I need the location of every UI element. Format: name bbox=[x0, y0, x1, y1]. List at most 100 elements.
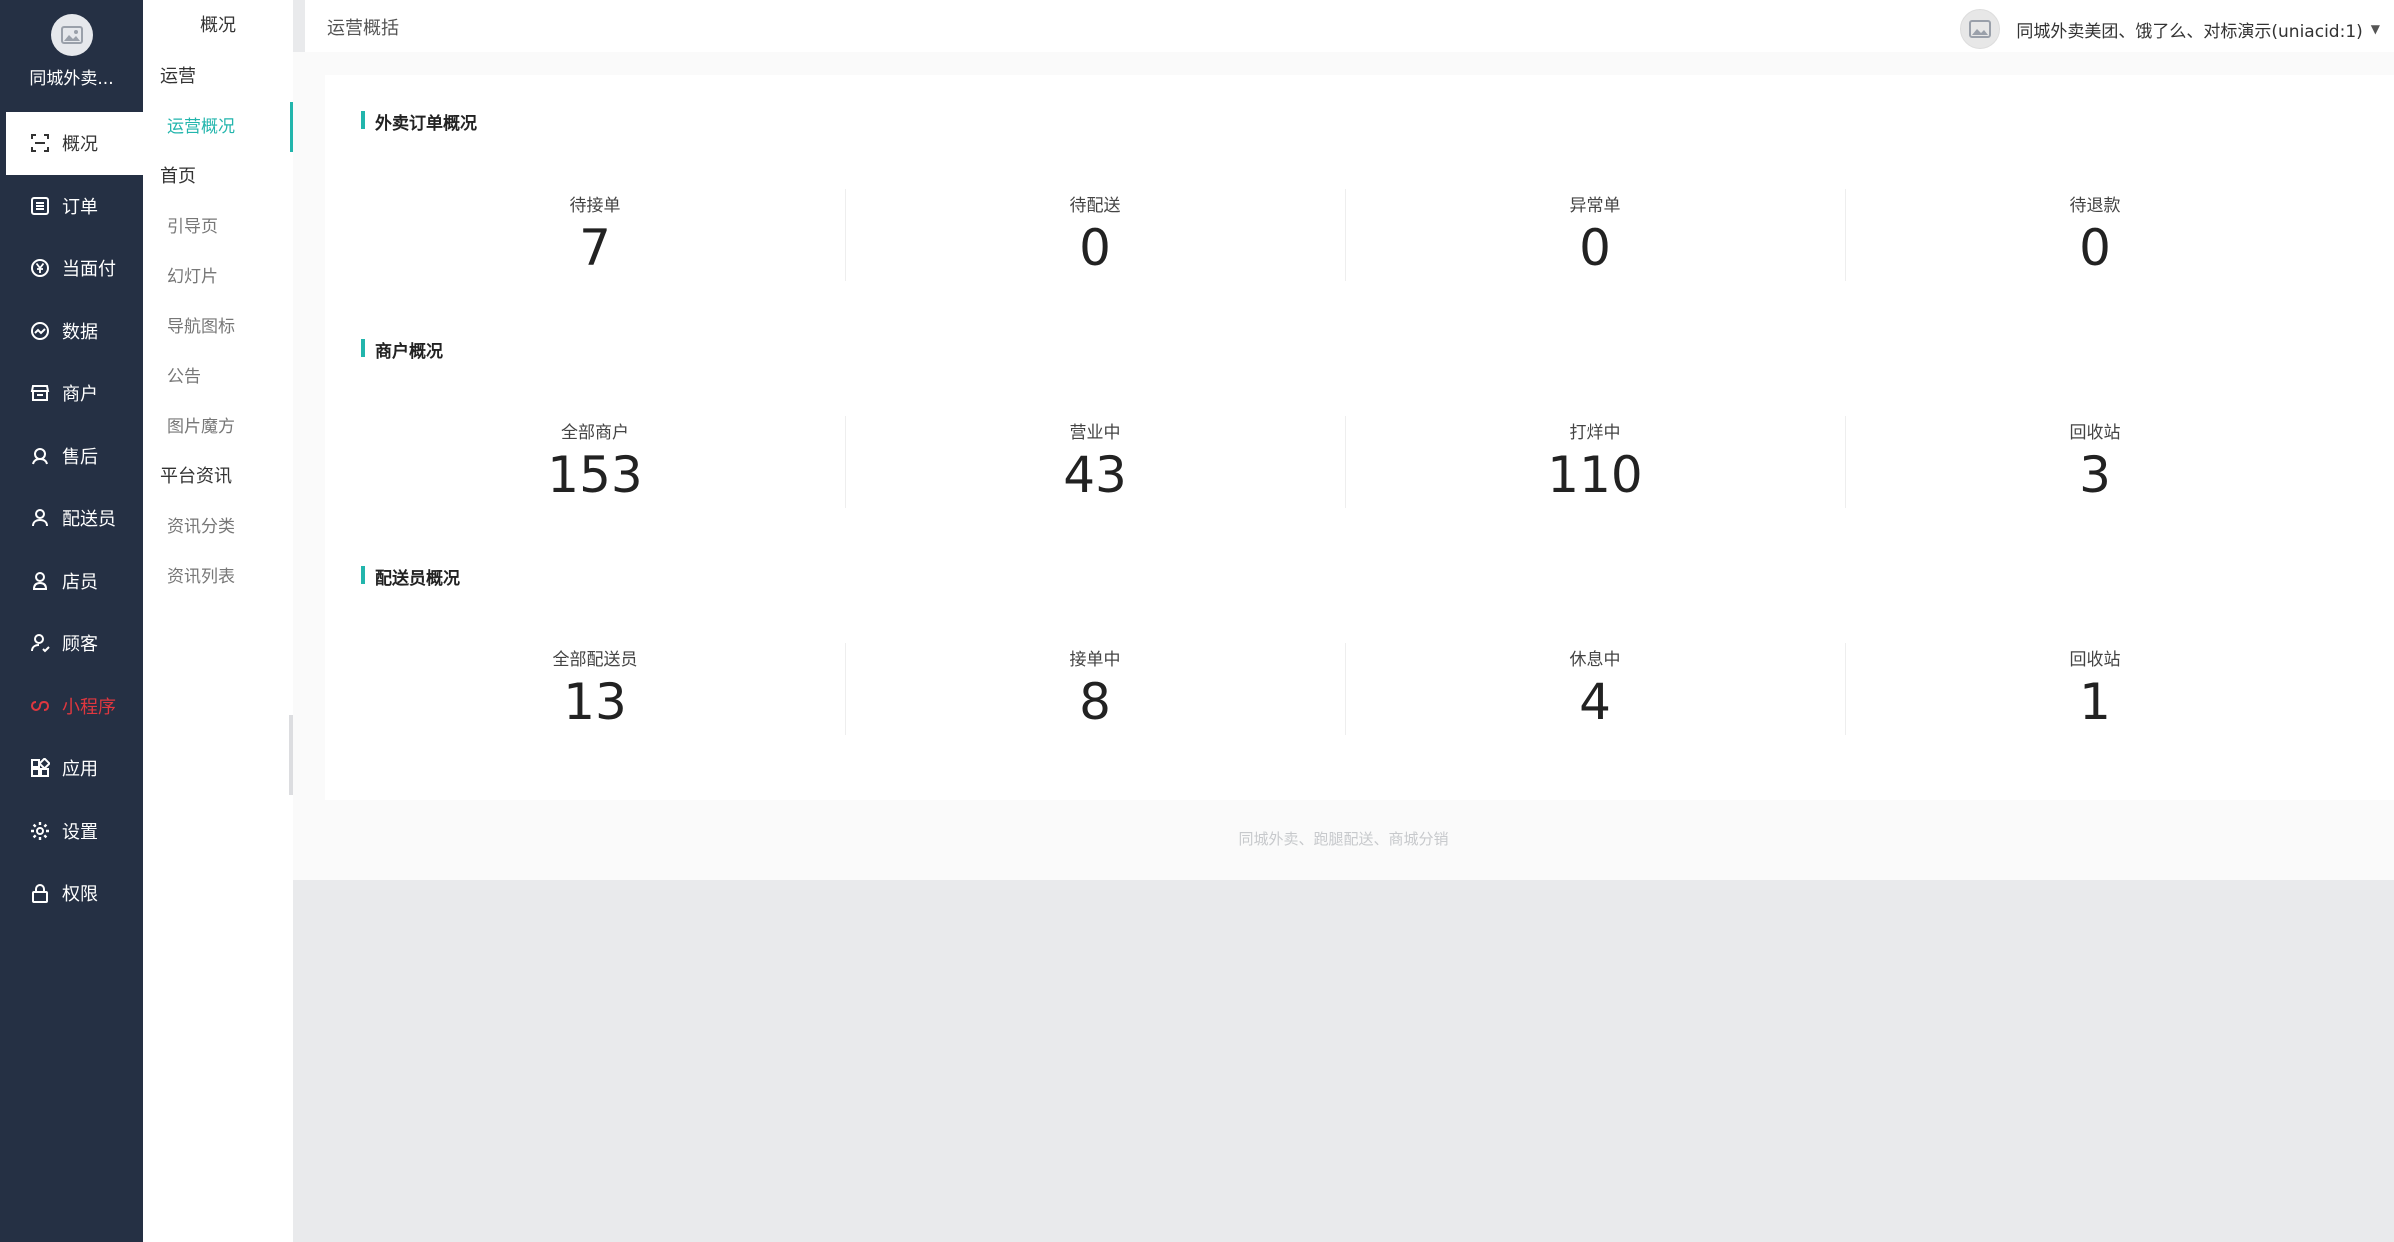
stat-merchant-recycle-bin[interactable]: 回收站 3 bbox=[1845, 412, 2345, 512]
stat-value: 43 bbox=[1063, 446, 1127, 504]
sidebar-item-couriers[interactable]: 配送员 bbox=[0, 487, 143, 550]
secondary-sidebar: 概况 运营 运营概况 首页 引导页 幻灯片 导航图标 公告 图片魔方 平台资讯 … bbox=[143, 0, 293, 1242]
sidebar-item-customers[interactable]: 顾客 bbox=[0, 612, 143, 675]
stat-label: 待退款 bbox=[2069, 196, 2121, 216]
subnav-item-news-list[interactable]: 资讯列表 bbox=[143, 552, 293, 602]
stat-abnormal[interactable]: 异常单 0 bbox=[1345, 185, 1845, 285]
overview-panel: 外卖订单概况 待接单 7 待配送 0 异常单 0 待退款 0 商户概况 全部商户… bbox=[325, 75, 2394, 800]
top-header: 运营概括 同城外卖美团、饿了么、对标演示(uniacid:1) ▼ bbox=[305, 0, 2394, 53]
sidebar-item-label: 商户 bbox=[62, 384, 98, 406]
stat-resting[interactable]: 休息中 4 bbox=[1345, 639, 1845, 739]
apps-icon bbox=[28, 756, 52, 780]
courier-icon bbox=[28, 506, 52, 530]
sidebar-item-permissions[interactable]: 权限 bbox=[0, 862, 143, 925]
sidebar-item-label: 配送员 bbox=[62, 509, 116, 531]
stat-all-merchants[interactable]: 全部商户 153 bbox=[345, 412, 845, 512]
breadcrumb: 运营概括 bbox=[327, 18, 399, 39]
sidebar-item-label: 当面付 bbox=[62, 259, 116, 281]
sidebar-item-label: 设置 bbox=[62, 821, 98, 843]
gear-icon bbox=[28, 819, 52, 843]
account-switcher[interactable]: 同城外卖美团、饿了么、对标演示(uniacid:1) ▼ bbox=[1960, 9, 2380, 49]
section-title-couriers: 配送员概况 bbox=[361, 564, 460, 589]
brand: 同城外卖... bbox=[0, 14, 143, 112]
sidebar-item-miniprogram[interactable]: 小程序 bbox=[0, 675, 143, 738]
stat-value: 13 bbox=[563, 673, 627, 731]
stat-accepting[interactable]: 接单中 8 bbox=[845, 639, 1345, 739]
subnav-item-slides[interactable]: 幻灯片 bbox=[143, 252, 293, 302]
stat-value: 4 bbox=[1579, 673, 1611, 731]
sidebar-item-label: 数据 bbox=[62, 321, 98, 343]
stat-value: 1 bbox=[2079, 673, 2111, 731]
merchants-stats: 全部商户 153 营业中 43 打烊中 110 回收站 3 bbox=[345, 412, 2345, 512]
stat-value: 3 bbox=[2079, 446, 2111, 504]
stat-value: 0 bbox=[1079, 219, 1111, 277]
stat-label: 回收站 bbox=[2069, 650, 2121, 670]
sidebar-item-pay[interactable]: 当面付 bbox=[0, 237, 143, 300]
subnav-group-operations: 运营 bbox=[160, 66, 196, 87]
stat-value: 110 bbox=[1547, 446, 1643, 504]
subnav-item-nav-icons[interactable]: 导航图标 bbox=[143, 302, 293, 352]
sidebar-item-clerks[interactable]: 店员 bbox=[0, 550, 143, 613]
yuan-icon bbox=[28, 256, 52, 280]
chevron-down-icon: ▼ bbox=[2370, 22, 2380, 36]
stat-label: 休息中 bbox=[1569, 650, 1621, 670]
sidebar-item-overview[interactable]: 概况 bbox=[6, 112, 143, 175]
sidebar-item-orders[interactable]: 订单 bbox=[0, 175, 143, 238]
customer-icon bbox=[28, 631, 52, 655]
clerk-icon bbox=[28, 569, 52, 593]
stat-label: 全部商户 bbox=[561, 423, 629, 443]
stat-closed[interactable]: 打烊中 110 bbox=[1345, 412, 1845, 512]
stat-pending-delivery[interactable]: 待配送 0 bbox=[845, 185, 1345, 285]
image-icon bbox=[60, 26, 83, 44]
sidebar-item-apps[interactable]: 应用 bbox=[0, 737, 143, 800]
overview-icon bbox=[28, 131, 52, 155]
sidebar-item-aftersale[interactable]: 售后 bbox=[0, 425, 143, 488]
brand-name: 同城外卖... bbox=[29, 69, 114, 89]
stat-pending-refund[interactable]: 待退款 0 bbox=[1845, 185, 2345, 285]
account-name: 同城外卖美团、饿了么、对标演示(uniacid:1) bbox=[2016, 21, 2363, 42]
trend-chart-icon bbox=[28, 319, 52, 343]
stat-value: 0 bbox=[1579, 219, 1611, 277]
subnav-item-image-cube[interactable]: 图片魔方 bbox=[143, 402, 293, 452]
brand-logo[interactable] bbox=[50, 14, 93, 56]
miniprogram-icon bbox=[28, 694, 52, 718]
sidebar-item-merchants[interactable]: 商户 bbox=[0, 362, 143, 425]
subnav-title: 概况 bbox=[200, 15, 236, 36]
stat-value: 153 bbox=[547, 446, 643, 504]
sidebar-item-label: 售后 bbox=[62, 446, 98, 468]
stat-value: 0 bbox=[2079, 219, 2111, 277]
couriers-stats: 全部配送员 13 接单中 8 休息中 4 回收站 1 bbox=[345, 639, 2345, 739]
sidebar-item-label: 应用 bbox=[62, 759, 98, 781]
stat-open[interactable]: 营业中 43 bbox=[845, 412, 1345, 512]
sidebar-item-label: 订单 bbox=[62, 196, 98, 218]
avatar bbox=[1960, 9, 2001, 49]
subnav-item-operations-overview[interactable]: 运营概况 bbox=[143, 102, 293, 152]
sidebar-item-label: 概况 bbox=[62, 134, 98, 156]
stat-label: 待配送 bbox=[1069, 196, 1121, 216]
stat-value: 8 bbox=[1079, 673, 1111, 731]
stat-label: 待接单 bbox=[569, 196, 621, 216]
stat-label: 回收站 bbox=[2069, 423, 2121, 443]
stat-label: 异常单 bbox=[1569, 196, 1621, 216]
sidebar-item-settings[interactable]: 设置 bbox=[0, 800, 143, 863]
subnav-item-guide-page[interactable]: 引导页 bbox=[143, 202, 293, 252]
subnav-item-notice[interactable]: 公告 bbox=[143, 352, 293, 402]
sidebar-item-label: 顾客 bbox=[62, 634, 98, 656]
footer-note: 同城外卖、跑腿配送、商城分销 bbox=[1238, 830, 1449, 848]
lock-icon bbox=[28, 881, 52, 905]
stat-pending-accept[interactable]: 待接单 7 bbox=[345, 185, 845, 285]
order-list-icon bbox=[28, 194, 52, 218]
store-icon bbox=[28, 381, 52, 405]
sidebar-item-data[interactable]: 数据 bbox=[0, 300, 143, 363]
section-title-merchants: 商户概况 bbox=[361, 337, 443, 362]
section-title-orders: 外卖订单概况 bbox=[361, 109, 477, 134]
sidebar-item-label: 小程序 bbox=[62, 696, 116, 718]
stat-label: 接单中 bbox=[1069, 650, 1121, 670]
stat-all-couriers[interactable]: 全部配送员 13 bbox=[345, 639, 845, 739]
sidebar-item-label: 权限 bbox=[62, 884, 98, 906]
image-icon bbox=[1969, 20, 1992, 38]
subnav-item-news-categories[interactable]: 资讯分类 bbox=[143, 502, 293, 552]
stat-label: 营业中 bbox=[1069, 423, 1121, 443]
stat-courier-recycle-bin[interactable]: 回收站 1 bbox=[1845, 639, 2345, 739]
stat-label: 全部配送员 bbox=[552, 650, 638, 670]
